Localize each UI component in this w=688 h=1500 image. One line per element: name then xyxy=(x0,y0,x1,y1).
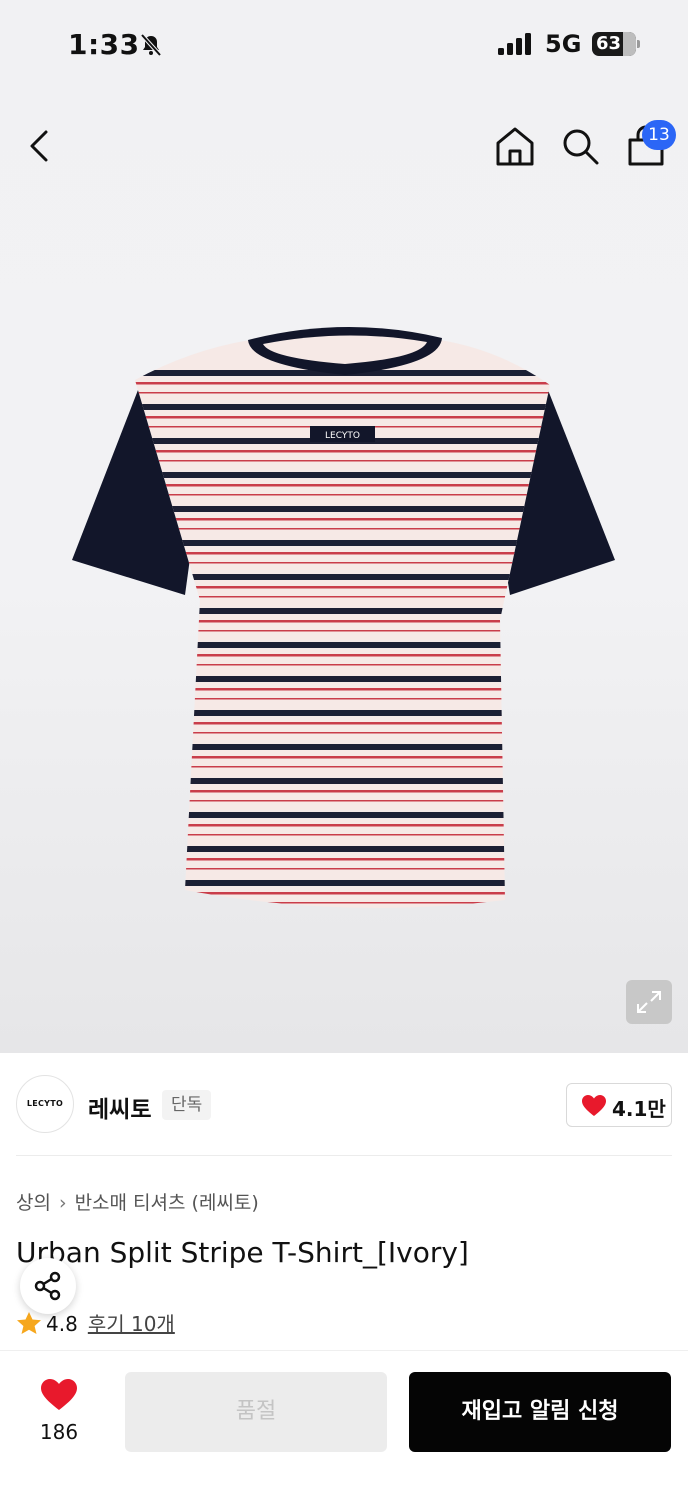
brand-name[interactable]: 레씨토 xyxy=(88,1090,151,1124)
tshirt-stripe-dark xyxy=(135,710,550,716)
breadcrumb: 상의 › 반소매 티셔츠 (레씨토) xyxy=(16,1188,259,1215)
chest-label-text: LECYTO xyxy=(325,431,360,441)
tshirt-stripe-dark xyxy=(135,846,550,852)
tshirt-stripe-red-thin xyxy=(135,868,550,870)
section-divider xyxy=(16,1155,672,1156)
brand-like-button[interactable]: 4.1만 xyxy=(566,1083,672,1127)
tshirt-stripe-red xyxy=(135,756,550,759)
tshirt-stripe-red-thin xyxy=(135,902,550,904)
product-tshirt-image: LECYTO xyxy=(60,326,630,920)
tshirt-stripe-red xyxy=(135,858,550,861)
tshirt-stripe-dark xyxy=(135,744,550,750)
network-type: 5G xyxy=(545,30,582,58)
tshirt-stripe-red xyxy=(135,824,550,827)
search-icon[interactable] xyxy=(558,124,602,168)
home-icon[interactable] xyxy=(493,124,537,168)
restock-alert-button[interactable]: 재입고 알림 신청 xyxy=(409,1372,671,1452)
tshirt-stripe-red xyxy=(135,382,550,385)
brand-like-count: 4.1만 xyxy=(612,1097,666,1121)
share-icon xyxy=(34,1271,61,1301)
tshirt-stripe-red xyxy=(135,620,550,623)
wishlist-heart-icon[interactable] xyxy=(40,1378,78,1412)
tshirt-stripe-dark xyxy=(135,812,550,818)
chevron-right-icon: › xyxy=(58,1192,67,1214)
tshirt-stripe-red-thin xyxy=(135,630,550,632)
tshirt-stripe-red-thin xyxy=(135,766,550,768)
wishlist-count: 186 xyxy=(39,1420,79,1444)
tshirt-stripe-red-thin xyxy=(135,392,550,394)
tshirt-stripe-dark xyxy=(60,914,630,920)
heart-icon xyxy=(582,1095,606,1116)
expand-icon xyxy=(637,991,661,1013)
tshirt-stripe-dark xyxy=(135,676,550,682)
tshirt-stripe-dark xyxy=(135,404,550,410)
tshirt-stripe-red-thin xyxy=(135,664,550,666)
star-icon xyxy=(17,1312,41,1334)
breadcrumb-item-subcategory[interactable]: 반소매 티셔츠 (레씨토) xyxy=(75,1192,259,1214)
share-button[interactable] xyxy=(20,1258,76,1314)
product-title: Urban Split Stripe T-Shirt_[Ivory] xyxy=(16,1236,469,1269)
tshirt-stripe-red xyxy=(135,722,550,725)
review-count-link[interactable]: 후기 10개 xyxy=(88,1312,175,1336)
breadcrumb-item-category[interactable]: 상의 xyxy=(16,1192,51,1214)
tshirt-stripe-red-thin xyxy=(135,596,550,598)
tshirt-stripe-red xyxy=(135,688,550,691)
tshirt-stripe-red-thin xyxy=(135,698,550,700)
battery-level: 63 xyxy=(596,33,622,54)
status-time: 1:33 xyxy=(68,28,140,61)
rating-value: 4.8 xyxy=(46,1312,78,1336)
battery-cap xyxy=(637,40,640,48)
tshirt-stripe-dark xyxy=(135,608,550,614)
tshirt-stripe-red xyxy=(135,892,550,895)
battery-icon: 63 xyxy=(592,32,636,56)
tshirt-stripe-red-thin xyxy=(135,800,550,802)
soldout-button[interactable]: 품절 xyxy=(125,1372,387,1452)
tshirt-stripe-red-thin xyxy=(135,834,550,836)
tshirt-stripe-red xyxy=(135,790,550,793)
tshirt-stripe-red-thin xyxy=(135,732,550,734)
cart-count-badge: 13 xyxy=(642,120,676,150)
bell-muted-icon xyxy=(140,33,162,57)
back-arrow-icon[interactable] xyxy=(20,124,60,168)
expand-image-button[interactable] xyxy=(626,980,672,1024)
tshirt-stripe-dark xyxy=(135,880,550,886)
bottom-bar-divider xyxy=(0,1350,688,1351)
tshirt-stripe-red xyxy=(135,654,550,657)
tshirt-stripe-dark xyxy=(135,778,550,784)
tshirt-stripe-dark xyxy=(135,642,550,648)
brand-logo[interactable]: LECYTO xyxy=(16,1075,74,1133)
exclusive-tag: 단독 xyxy=(162,1090,212,1120)
signal-icon xyxy=(498,33,531,55)
tshirt-stripe-red xyxy=(135,586,550,589)
